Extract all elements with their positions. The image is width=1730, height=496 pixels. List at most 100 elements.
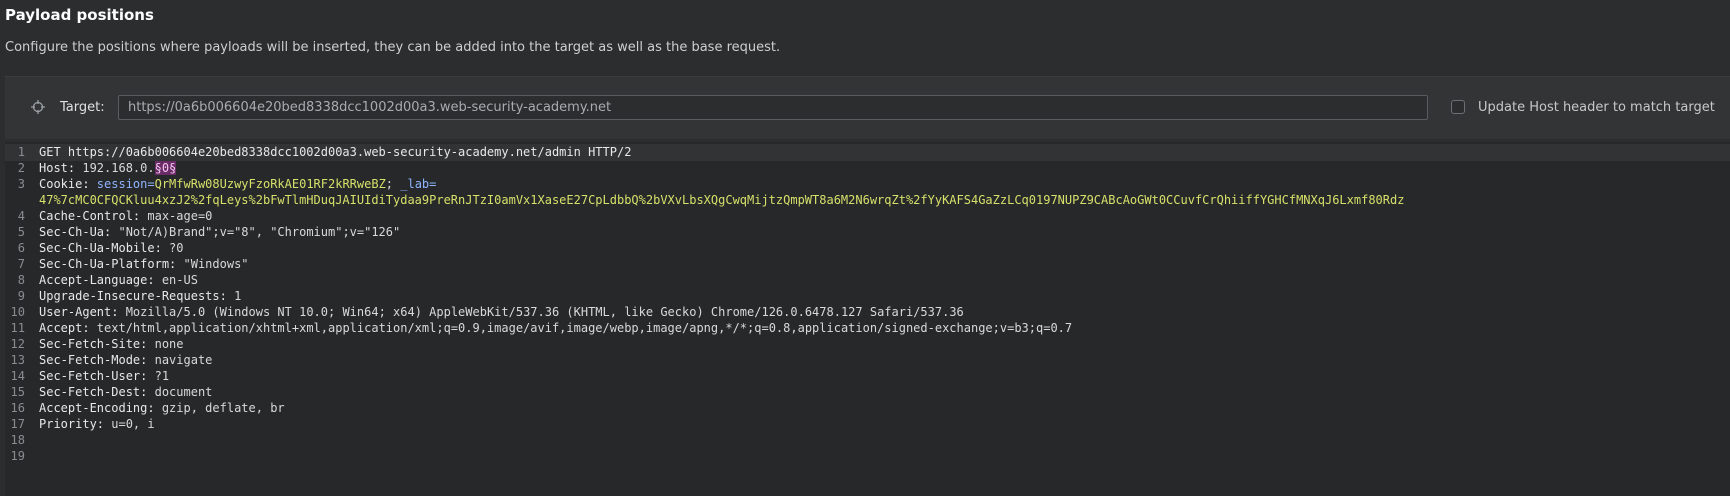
request-line[interactable]: 18 xyxy=(5,432,1730,449)
request-line[interactable]: 13 Sec-Fetch-Mode: navigate xyxy=(5,352,1730,369)
line-number: 13 xyxy=(10,353,25,367)
line-content: Accept-Language: en-US xyxy=(39,272,198,289)
header-name: Sec-Fetch-Site: xyxy=(39,337,148,351)
line-number: 6 xyxy=(17,241,25,255)
panel-title: Payload positions xyxy=(5,6,154,24)
line-number: 19 xyxy=(10,449,25,463)
request-line[interactable]: 2 Host: 192.168.0.§0§ xyxy=(5,160,1730,177)
line-content: User-Agent: Mozilla/5.0 (Windows NT 10.0… xyxy=(39,304,964,321)
header-value: "Windows" xyxy=(176,257,249,271)
header-name: Sec-Fetch-User: xyxy=(39,369,148,383)
request-line[interactable]: 12 Sec-Fetch-Site: none xyxy=(5,336,1730,353)
cookie-value: QrMfwRw08UzwyFzoRkAE01RF2kRRweBZ xyxy=(154,177,386,191)
line-number: 17 xyxy=(10,417,25,431)
line-content: Sec-Fetch-Dest: document xyxy=(39,384,212,401)
request-line[interactable]: 3 Cookie: session=QrMfwRw08UzwyFzoRkAE01R… xyxy=(5,176,1730,193)
request-line[interactable]: 10 User-Agent: Mozilla/5.0 (Windows NT 10… xyxy=(5,304,1730,321)
line-content: Sec-Fetch-Mode: navigate xyxy=(39,352,212,369)
line-number: 14 xyxy=(10,369,25,383)
request-editor[interactable]: 1 GET https://0a6b006604e20bed8338dcc1002… xyxy=(5,142,1730,496)
line-number: 4 xyxy=(17,209,25,223)
panel-description: Configure the positions where payloads w… xyxy=(5,40,781,55)
header-name: Sec-Fetch-Mode: xyxy=(39,353,148,367)
request-line[interactable]: 15 Sec-Fetch-Dest: document xyxy=(5,384,1730,401)
header-name: Cookie: xyxy=(39,177,90,191)
line-content: 47%7cMC0CFQCKluu4xzJ2%2fqLeys%2bFwTlmHDu… xyxy=(39,192,1404,209)
header-value: max-age=0 xyxy=(140,209,213,223)
line-content: Upgrade-Insecure-Requests: 1 xyxy=(39,288,241,305)
line-number: 3 xyxy=(17,177,25,191)
request-line[interactable]: 5 Sec-Ch-Ua: "Not/A)Brand";v="8", "Chromi… xyxy=(5,224,1730,241)
header-name: Sec-Fetch-Dest: xyxy=(39,385,148,399)
header-name: Host: xyxy=(39,161,76,175)
line-content: Sec-Ch-Ua: "Not/A)Brand";v="8", "Chromiu… xyxy=(39,224,400,241)
update-host-checkbox[interactable] xyxy=(1451,100,1465,114)
request-line[interactable]: 47%7cMC0CFQCKluu4xzJ2%2fqLeys%2bFwTlmHDu… xyxy=(5,192,1730,209)
line-content: Sec-Ch-Ua-Platform: "Windows" xyxy=(39,256,249,273)
crosshair-icon xyxy=(31,100,45,114)
header-name: Accept-Encoding: xyxy=(39,401,155,415)
header-value: document xyxy=(147,385,213,399)
header-value: navigate xyxy=(147,353,213,367)
line-number: 15 xyxy=(10,385,25,399)
target-label: Target: xyxy=(60,100,105,115)
line-number: 2 xyxy=(17,161,25,175)
header-name: User-Agent: xyxy=(39,305,119,319)
line-content: Sec-Fetch-Site: none xyxy=(39,336,184,353)
header-name: Accept-Language: xyxy=(39,273,155,287)
header-value: 192.168.0. xyxy=(75,161,155,175)
target-url-input[interactable] xyxy=(118,95,1428,120)
line-number: 18 xyxy=(10,433,25,447)
payload-positions-panel: Payload positions Configure the position… xyxy=(0,0,1730,496)
header-name: Sec-Ch-Ua-Mobile: xyxy=(39,241,162,255)
request-line[interactable]: 9 Upgrade-Insecure-Requests: 1 xyxy=(5,288,1730,305)
header-value: "Not/A)Brand";v="8", "Chromium";v="126" xyxy=(111,225,401,239)
header-name: Accept: xyxy=(39,321,90,335)
header-value: ?1 xyxy=(147,369,170,383)
request-line[interactable]: 11 Accept: text/html,application/xhtml+xm… xyxy=(5,320,1730,337)
line-content: Sec-Ch-Ua-Mobile: ?0 xyxy=(39,240,184,257)
line-number: 1 xyxy=(17,145,25,159)
cookie-name: _lab= xyxy=(400,177,437,191)
line-content: Cache-Control: max-age=0 xyxy=(39,208,212,225)
request-line[interactable]: 6 Sec-Ch-Ua-Mobile: ?0 xyxy=(5,240,1730,257)
line-content: Accept: text/html,application/xhtml+xml,… xyxy=(39,320,1072,337)
payload-position-marker: §0§ xyxy=(154,161,177,175)
header-name: Cache-Control: xyxy=(39,209,141,223)
request-line[interactable]: 17 Priority: u=0, i xyxy=(5,416,1730,433)
line-number: 16 xyxy=(10,401,25,415)
request-line-text: GET https://0a6b006604e20bed8338dcc1002d… xyxy=(39,145,632,159)
request-line[interactable]: 1 GET https://0a6b006604e20bed8338dcc1002… xyxy=(5,144,1730,161)
request-line[interactable]: 7 Sec-Ch-Ua-Platform: "Windows" xyxy=(5,256,1730,273)
line-content: Cookie: session=QrMfwRw08UzwyFzoRkAE01RF… xyxy=(39,176,436,193)
line-number: 12 xyxy=(10,337,25,351)
header-name: Sec-Ch-Ua-Platform: xyxy=(39,257,177,271)
line-content: Host: 192.168.0.§0§ xyxy=(39,160,177,177)
header-value: en-US xyxy=(154,273,198,287)
request-line[interactable]: 14 Sec-Fetch-User: ?1 xyxy=(5,368,1730,385)
line-number: 7 xyxy=(17,257,25,271)
header-value: ?0 xyxy=(161,241,184,255)
line-number: 10 xyxy=(10,305,25,319)
cookie-value: 47%7cMC0CFQCKluu4xzJ2%2fqLeys%2bFwTlmHDu… xyxy=(39,193,1405,207)
line-content: GET https://0a6b006604e20bed8338dcc1002d… xyxy=(39,144,631,161)
header-value: gzip, deflate, br xyxy=(154,401,285,415)
line-content: Sec-Fetch-User: ?1 xyxy=(39,368,169,385)
cookie-separator: ; xyxy=(385,177,401,191)
line-number: 11 xyxy=(10,321,25,335)
cookie-name: session= xyxy=(89,177,155,191)
header-value: Mozilla/5.0 (Windows NT 10.0; Win64; x64… xyxy=(118,305,964,319)
header-value: none xyxy=(147,337,184,351)
line-number: 9 xyxy=(17,289,25,303)
header-value: u=0, i xyxy=(104,417,155,431)
header-name: Sec-Ch-Ua: xyxy=(39,225,112,239)
request-line[interactable]: 4 Cache-Control: max-age=0 xyxy=(5,208,1730,225)
line-number: 8 xyxy=(17,273,25,287)
header-name: Priority: xyxy=(39,417,105,431)
line-content: Priority: u=0, i xyxy=(39,416,155,433)
request-line[interactable]: 8 Accept-Language: en-US xyxy=(5,272,1730,289)
request-line[interactable]: 16 Accept-Encoding: gzip, deflate, br xyxy=(5,400,1730,417)
header-name: Upgrade-Insecure-Requests: xyxy=(39,289,227,303)
request-line[interactable]: 19 xyxy=(5,448,1730,465)
update-host-label[interactable]: Update Host header to match target xyxy=(1478,100,1715,115)
